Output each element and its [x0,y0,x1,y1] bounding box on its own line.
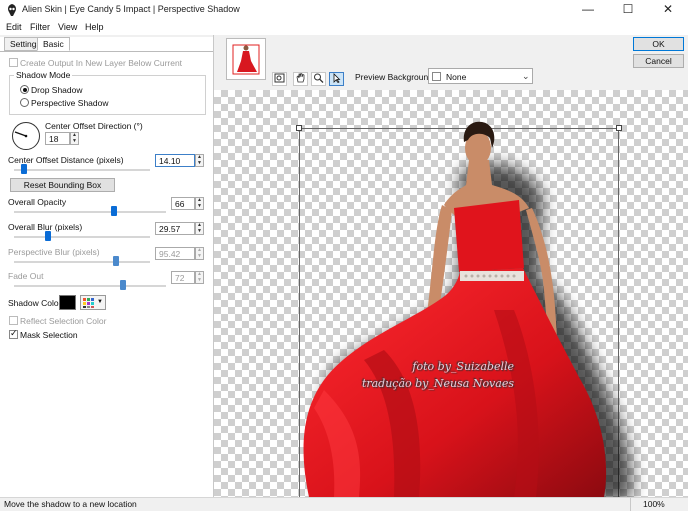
fade-out-input: 72 [171,271,195,284]
preview-background-label: Preview Background: [355,72,436,82]
overall-opacity-label: Overall Opacity [8,197,67,207]
magnifier-icon [314,73,324,83]
shadow-color-label: Shadow Color [8,298,62,308]
shadow-mode-legend: Shadow Mode [14,70,73,80]
dropdown-arrow-icon: ▼ [97,299,103,305]
fade-out-slider [120,280,127,290]
blur-spin-buttons[interactable]: ▲ ▼ [195,222,204,235]
tab-basic[interactable]: Basic [37,37,70,51]
arrow-select-tool[interactable] [329,72,344,86]
palette-grid-icon [83,298,94,308]
perspective-blur-slider [113,256,119,266]
fade-out-spin-buttons: ▲ ▼ [195,271,204,284]
drop-shadow-radio[interactable] [20,85,29,94]
background-swatch-icon [432,72,441,81]
preview-image-woman-red-dress [303,121,632,497]
zoom-tool[interactable] [311,72,326,86]
reset-bounding-box-button[interactable]: Reset Bounding Box [10,178,115,192]
close-button[interactable]: ✕ [648,0,688,20]
arrow-cursor-icon [333,73,341,84]
maximize-button[interactable]: ☐ [608,0,648,20]
menu-filter[interactable]: Filter [30,22,50,32]
alien-skin-app-icon [8,4,16,16]
create-output-label: Create Output In New Layer Below Current [20,58,183,68]
ok-button[interactable]: OK [633,37,684,51]
fade-out-label: Fade Out [8,271,44,281]
menu-help[interactable]: Help [85,22,104,32]
preview-canvas[interactable]: foto by_Suizabelle tradução by_Neusa Nov… [214,90,688,497]
menu-edit[interactable]: Edit [6,22,22,32]
center-offset-distance-slider[interactable] [20,164,27,174]
perspective-blur-input: 95.42 [155,247,195,260]
zoom-fit-icon [274,73,285,83]
reflect-selection-color-label: Reflect Selection Color [20,316,107,326]
perspective-blur-label: Perspective Blur (pixels) [8,247,100,257]
overall-opacity-input[interactable]: 66 [171,197,195,210]
color-palette-dropdown[interactable]: ▼ [80,295,106,310]
center-offset-direction-label: Center Offset Direction (°) [45,121,143,131]
title-bar: Alien Skin | Eye Candy 5 Impact | Perspe… [0,0,688,20]
distance-spin-buttons[interactable]: ▲ ▼ [195,154,204,167]
menu-bar: Edit Filter View Help [0,20,688,35]
minimize-button[interactable]: — [568,0,608,20]
shadow-mode-group [9,75,206,115]
center-offset-distance-track [14,169,150,171]
preview-background-value: None [446,72,467,82]
watermark-line-2: tradução by_Neusa Novaes [361,377,514,390]
status-message: Move the shadow to a new location [4,499,137,509]
drop-shadow-label: Drop Shadow [31,85,83,95]
opacity-spin-buttons[interactable]: ▲ ▼ [195,197,204,210]
perspective-shadow-radio[interactable] [20,98,29,107]
overall-blur-track [14,236,150,238]
watermark-line-1: foto by_Suizabelle [412,360,514,373]
perspective-blur-spin-buttons: ▲ ▼ [195,247,204,260]
navigator-thumbnail[interactable] [226,38,266,80]
reflect-selection-color-checkbox [9,316,18,325]
fade-out-track [14,285,166,287]
perspective-blur-track [14,261,150,263]
center-offset-direction-input[interactable]: 18 [45,132,70,145]
status-bar: Move the shadow to a new location 100% [0,497,688,511]
overall-blur-slider[interactable] [45,231,51,241]
shadow-color-swatch[interactable] [59,295,76,310]
menu-view[interactable]: View [58,22,77,32]
direction-spin-buttons[interactable]: ▲ ▼ [70,132,79,145]
hand-tool[interactable] [293,72,308,86]
center-offset-distance-input[interactable]: 14.10 [155,154,195,167]
window-title: Alien Skin | Eye Candy 5 Impact | Perspe… [22,4,240,14]
zoom-fit-tool[interactable] [272,72,287,86]
thumbnail-image [232,44,260,75]
perspective-shadow-label: Perspective Shadow [31,98,109,108]
cancel-button[interactable]: Cancel [633,54,684,68]
direction-dial[interactable] [11,121,41,151]
create-output-checkbox[interactable] [9,58,18,67]
chevron-down-icon: ⌄ [522,71,530,81]
zoom-level: 100% [643,499,665,509]
mask-selection-checkbox[interactable] [9,328,18,339]
mask-selection-label: Mask Selection [20,330,78,340]
preview-background-select[interactable]: None ⌄ [428,68,533,84]
overall-opacity-track [14,211,166,213]
hand-icon [296,72,305,83]
overall-blur-input[interactable]: 29.57 [155,222,195,235]
overall-opacity-slider[interactable] [111,206,118,216]
